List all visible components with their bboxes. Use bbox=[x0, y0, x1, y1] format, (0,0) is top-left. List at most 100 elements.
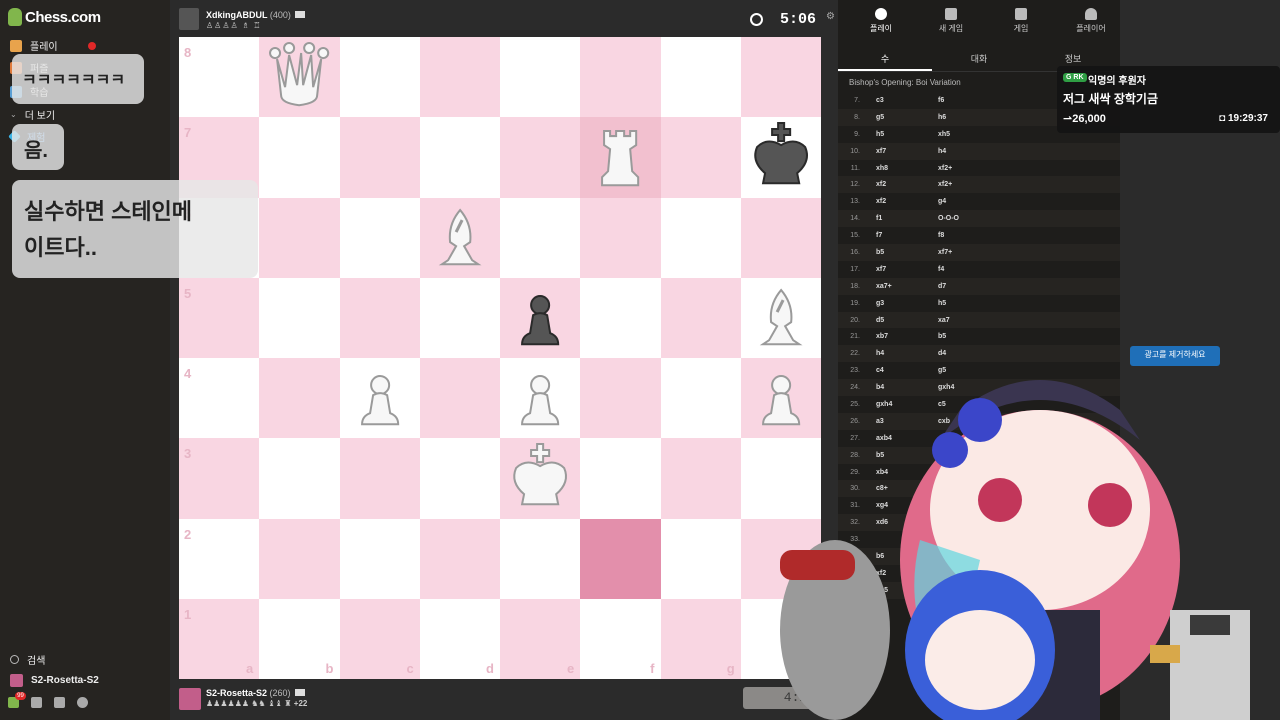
square-d2[interactable] bbox=[419, 518, 500, 599]
square-e2[interactable] bbox=[500, 518, 581, 599]
black-move[interactable]: f8 bbox=[938, 232, 998, 239]
move-row[interactable]: 11. xh8 xf2+ bbox=[838, 159, 1120, 177]
white-move[interactable]: d5 bbox=[876, 317, 938, 324]
black-move[interactable]: xf2+ bbox=[938, 181, 998, 188]
square-c4[interactable] bbox=[339, 358, 420, 439]
move-row[interactable]: 12. xf2 xf2+ bbox=[838, 176, 1120, 194]
square-a3[interactable]: 3 bbox=[179, 438, 260, 519]
square-h8[interactable] bbox=[740, 37, 821, 118]
mail-icon[interactable] bbox=[31, 697, 42, 708]
tab-games[interactable]: 게임 bbox=[986, 8, 1056, 34]
black-move[interactable]: xf2+ bbox=[938, 165, 998, 172]
move-row[interactable]: 17. xf7 f4 bbox=[838, 260, 1120, 278]
move-row[interactable]: 15. f7 f8 bbox=[838, 227, 1120, 245]
square-d5[interactable] bbox=[419, 277, 500, 358]
black-move[interactable]: O-O-O bbox=[938, 215, 998, 222]
move-row[interactable]: 16. b5 xf7+ bbox=[838, 244, 1120, 261]
square-e8[interactable] bbox=[500, 37, 581, 118]
white-move[interactable]: xf2 bbox=[876, 181, 938, 188]
square-f5[interactable] bbox=[580, 277, 661, 358]
chess-board[interactable]: 87654321abcdefgh bbox=[179, 37, 821, 679]
black-move[interactable]: g4 bbox=[938, 198, 998, 205]
square-b1[interactable]: b bbox=[259, 598, 340, 679]
square-e7[interactable] bbox=[500, 117, 581, 198]
square-f6[interactable] bbox=[580, 197, 661, 278]
tab-moves[interactable]: 수 bbox=[838, 46, 932, 71]
black-move[interactable]: xh5 bbox=[938, 131, 998, 138]
white-move[interactable]: xf2 bbox=[876, 198, 938, 205]
tab-chat[interactable]: 대화 bbox=[932, 46, 1026, 71]
white-queen-piece[interactable] bbox=[259, 37, 339, 117]
black-king-piece[interactable] bbox=[741, 117, 821, 197]
square-c2[interactable] bbox=[339, 518, 420, 599]
white-move[interactable]: g3 bbox=[876, 300, 938, 307]
square-f1[interactable]: f bbox=[580, 598, 661, 679]
tab-play[interactable]: 플레이 bbox=[846, 8, 916, 34]
square-e6[interactable] bbox=[500, 197, 581, 278]
square-g3[interactable] bbox=[660, 438, 741, 519]
square-b6[interactable] bbox=[259, 197, 340, 278]
square-g1[interactable]: g bbox=[660, 598, 741, 679]
square-c3[interactable] bbox=[339, 438, 420, 519]
white-move[interactable]: xb7 bbox=[876, 333, 938, 340]
square-a1[interactable]: 1a bbox=[179, 598, 260, 679]
move-row[interactable]: 19. g3 h5 bbox=[838, 294, 1120, 312]
square-g5[interactable] bbox=[660, 277, 741, 358]
square-e1[interactable]: e bbox=[500, 598, 581, 679]
white-rook-piece[interactable] bbox=[580, 117, 660, 197]
bell-icon[interactable] bbox=[54, 697, 65, 708]
tab-players[interactable]: 플레이어 bbox=[1056, 8, 1126, 34]
black-move[interactable]: d7 bbox=[938, 283, 998, 290]
move-row[interactable]: 14. f1 O-O-O bbox=[838, 210, 1120, 228]
square-c7[interactable] bbox=[339, 117, 420, 198]
opponent-name-row[interactable]: XdkingABDUL (400) bbox=[206, 10, 306, 20]
square-c1[interactable]: c bbox=[339, 598, 420, 679]
square-d4[interactable] bbox=[419, 358, 500, 439]
square-b2[interactable] bbox=[259, 518, 340, 599]
gear-icon[interactable] bbox=[77, 697, 88, 708]
black-move[interactable]: b5 bbox=[938, 333, 998, 340]
move-row[interactable]: 21. xb7 b5 bbox=[838, 328, 1120, 346]
square-f2[interactable] bbox=[580, 518, 661, 599]
square-e4[interactable] bbox=[500, 358, 581, 439]
black-move[interactable]: f6 bbox=[938, 97, 998, 104]
white-move[interactable]: h4 bbox=[876, 350, 938, 357]
opening-name[interactable]: Bishop's Opening: Boi Variation bbox=[849, 78, 961, 87]
move-row[interactable]: 13. xf2 g4 bbox=[838, 193, 1120, 211]
square-c8[interactable] bbox=[339, 37, 420, 118]
square-b3[interactable] bbox=[259, 438, 340, 519]
black-move[interactable]: h6 bbox=[938, 114, 998, 121]
square-c6[interactable] bbox=[339, 197, 420, 278]
white-move[interactable]: xa7+ bbox=[876, 283, 938, 290]
white-bishop-piece[interactable] bbox=[741, 278, 821, 358]
square-d8[interactable] bbox=[419, 37, 500, 118]
square-b8[interactable] bbox=[259, 37, 340, 118]
square-g7[interactable] bbox=[660, 117, 741, 198]
tab-new-game[interactable]: 새 게임 bbox=[916, 8, 986, 34]
black-move[interactable]: xf7+ bbox=[938, 249, 998, 256]
white-move[interactable]: h5 bbox=[876, 131, 938, 138]
nav-search[interactable]: 검색 bbox=[10, 652, 45, 667]
square-f4[interactable] bbox=[580, 358, 661, 439]
black-move[interactable]: xa7 bbox=[938, 317, 998, 324]
square-f3[interactable] bbox=[580, 438, 661, 519]
square-d6[interactable] bbox=[419, 197, 500, 278]
square-d7[interactable] bbox=[419, 117, 500, 198]
move-row[interactable]: 20. d5 xa7 bbox=[838, 311, 1120, 329]
white-bishop-piece[interactable] bbox=[420, 198, 500, 278]
gear-icon[interactable]: ⚙ bbox=[826, 11, 835, 22]
black-move[interactable]: f4 bbox=[938, 266, 998, 273]
white-move[interactable]: f1 bbox=[876, 215, 938, 222]
white-move[interactable]: b5 bbox=[876, 249, 938, 256]
black-pawn-piece[interactable] bbox=[500, 278, 580, 358]
square-h5[interactable] bbox=[740, 277, 821, 358]
square-a8[interactable]: 8 bbox=[179, 37, 260, 118]
white-move[interactable]: xf7 bbox=[876, 148, 938, 155]
square-e3[interactable] bbox=[500, 438, 581, 519]
black-move[interactable]: h4 bbox=[938, 148, 998, 155]
white-move[interactable]: c3 bbox=[876, 97, 938, 104]
square-b7[interactable] bbox=[259, 117, 340, 198]
square-c5[interactable] bbox=[339, 277, 420, 358]
square-e5[interactable] bbox=[500, 277, 581, 358]
square-d1[interactable]: d bbox=[419, 598, 500, 679]
